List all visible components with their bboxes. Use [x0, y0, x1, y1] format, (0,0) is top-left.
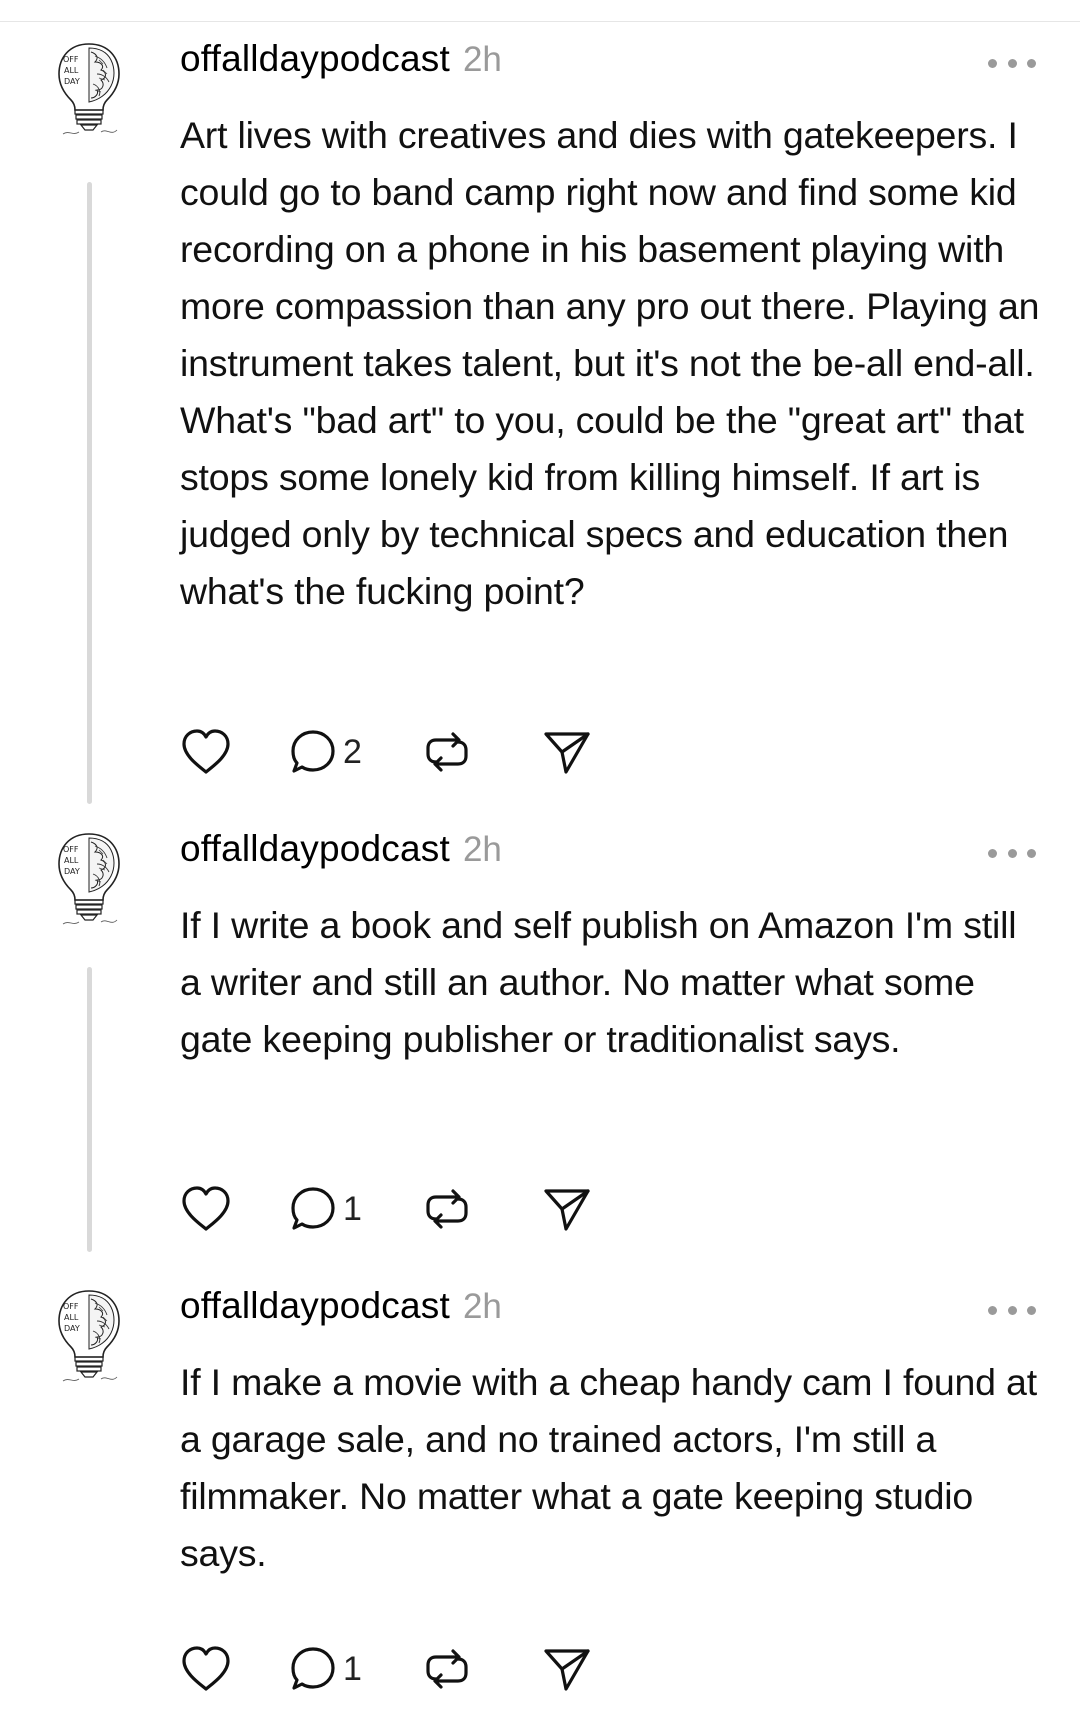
post-header: offalldaypodcast 2h	[180, 1285, 502, 1335]
reply-button[interactable]: 1	[289, 1645, 362, 1693]
more-icon[interactable]	[988, 1295, 1036, 1325]
timestamp: 2h	[462, 830, 502, 869]
heart-icon	[182, 1646, 230, 1691]
share-icon	[544, 1649, 590, 1691]
share-button[interactable]	[542, 1185, 592, 1233]
username[interactable]: offalldaypodcast	[180, 38, 450, 80]
repost-button[interactable]	[422, 728, 472, 776]
post-header: offalldaypodcast 2h	[180, 828, 502, 878]
avatar[interactable]	[55, 40, 123, 140]
thread-line	[87, 967, 92, 1252]
repost-icon	[426, 1649, 468, 1689]
post: offalldaypodcast 2h If I write a book an…	[0, 812, 1080, 1269]
timestamp: 2h	[462, 1287, 502, 1326]
post-header: offalldaypodcast 2h	[180, 38, 502, 88]
thread: offalldaypodcast 2h Art lives with creat…	[0, 22, 1080, 1729]
share-button[interactable]	[542, 728, 592, 776]
reply-count: 1	[343, 1649, 362, 1688]
avatar[interactable]	[55, 830, 123, 930]
repost-icon	[426, 1189, 468, 1229]
like-button[interactable]	[180, 1185, 232, 1233]
reply-count: 1	[343, 1189, 362, 1228]
repost-button[interactable]	[422, 1185, 472, 1233]
reply-icon	[291, 1187, 335, 1230]
reply-icon	[291, 1647, 335, 1690]
post-text: Art lives with creatives and dies with g…	[180, 114, 1040, 612]
like-button[interactable]	[180, 1645, 232, 1693]
reply-button[interactable]: 1	[289, 1185, 362, 1233]
top-divider	[0, 0, 1080, 22]
username[interactable]: offalldaypodcast	[180, 1285, 450, 1327]
reply-button[interactable]: 2	[289, 728, 362, 776]
reply-count: 2	[343, 732, 362, 771]
thread-line	[87, 182, 92, 804]
repost-icon	[426, 732, 468, 772]
reply-icon	[291, 730, 335, 773]
repost-button[interactable]	[422, 1645, 472, 1693]
share-icon	[544, 732, 590, 774]
avatar[interactable]	[55, 1287, 123, 1387]
username[interactable]: offalldaypodcast	[180, 828, 450, 870]
like-button[interactable]	[180, 728, 232, 776]
heart-icon	[182, 729, 230, 774]
post: offalldaypodcast 2h Art lives with creat…	[0, 22, 1080, 812]
more-icon[interactable]	[988, 48, 1036, 78]
timestamp: 2h	[462, 40, 502, 79]
action-bar: 2	[180, 722, 592, 782]
action-bar: 1	[180, 1179, 592, 1239]
more-icon[interactable]	[988, 838, 1036, 868]
post-text: If I write a book and self publish on Am…	[180, 904, 1017, 1060]
post-text: If I make a movie with a cheap handy cam…	[180, 1361, 1037, 1574]
share-button[interactable]	[542, 1645, 592, 1693]
share-icon	[544, 1189, 590, 1231]
post: offalldaypodcast 2h If I make a movie wi…	[0, 1269, 1080, 1729]
heart-icon	[182, 1186, 230, 1231]
action-bar: 1	[180, 1639, 592, 1699]
